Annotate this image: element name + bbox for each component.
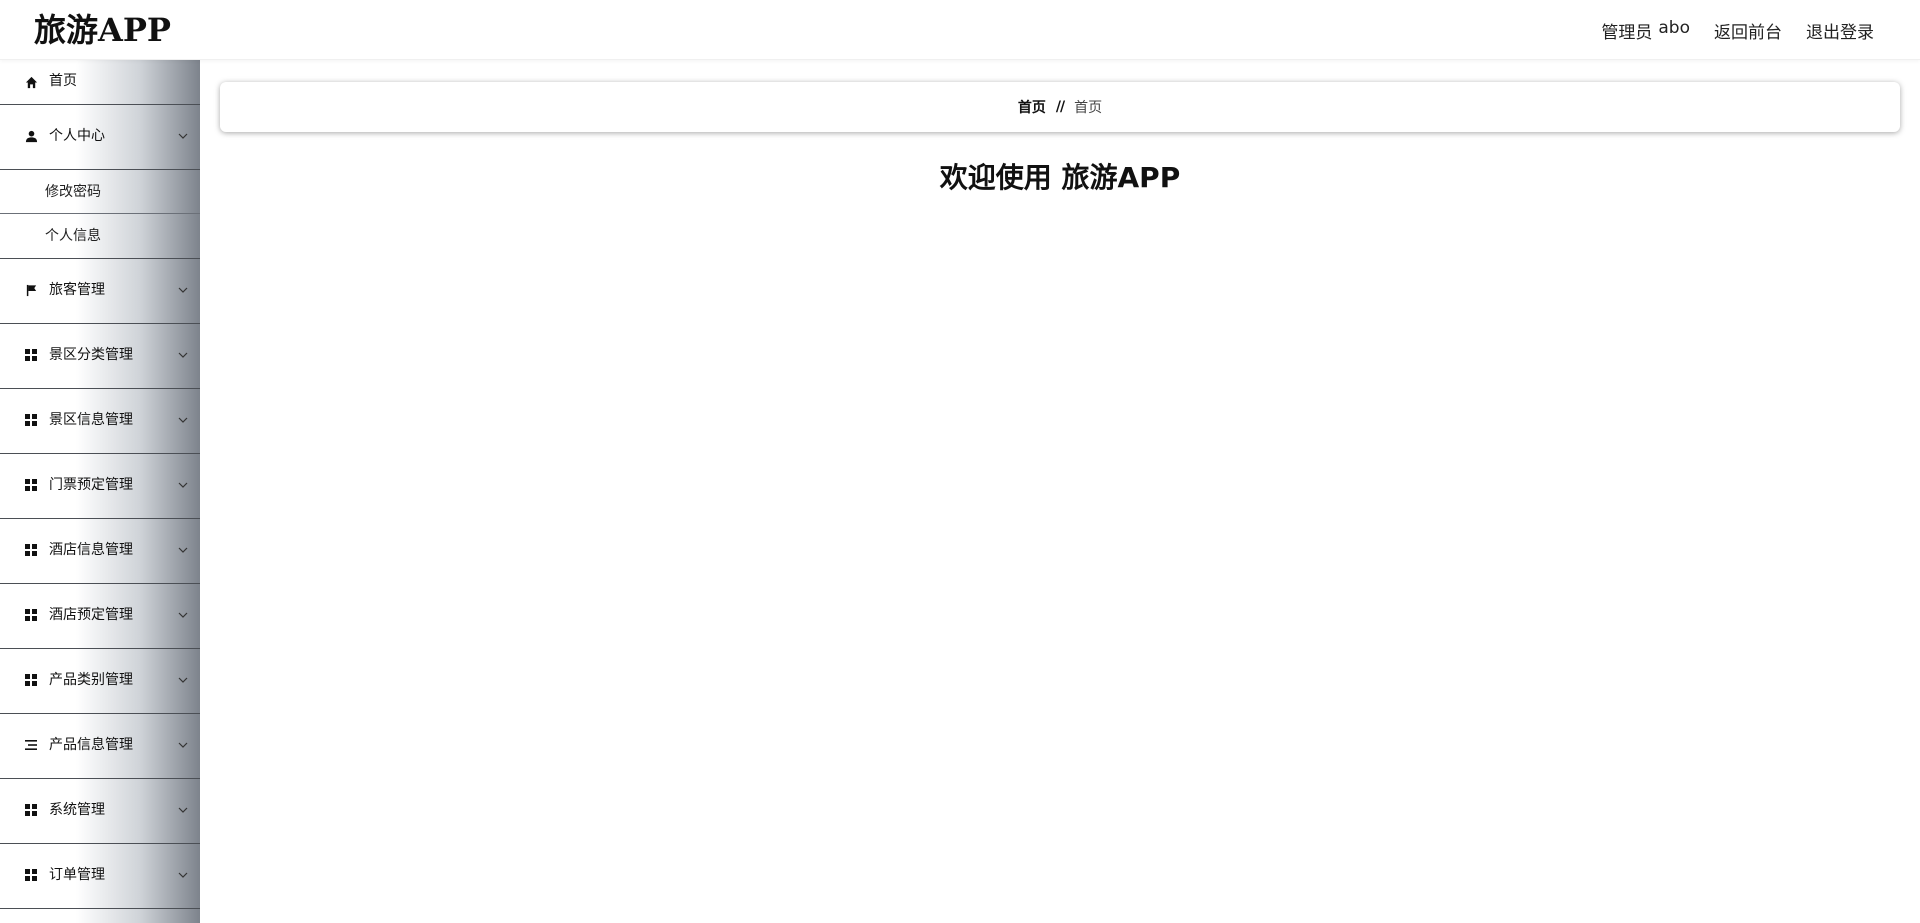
sidebar-item-hotel-info[interactable]: 酒店信息管理 — [0, 519, 200, 584]
sidebar-item-label: 景区信息管理 — [49, 412, 133, 428]
admin-name: abo — [1658, 17, 1690, 38]
personal-submenu: 修改密码 个人信息 — [0, 170, 200, 259]
admin-role: 管理员 — [1601, 22, 1653, 43]
grid-icon — [24, 673, 38, 687]
chevron-down-icon — [178, 547, 188, 553]
chevron-down-icon — [178, 482, 188, 488]
grid-icon — [24, 868, 38, 882]
sidebar: 首页 个人中心 修改密码 个人信息 旅客管理 景区分类管理 景区信息管理 门票预… — [0, 60, 200, 923]
sidebar-item-label: 产品类别管理 — [49, 672, 133, 688]
user-icon — [24, 129, 38, 143]
sidebar-item-ticket-booking[interactable]: 门票预定管理 — [0, 454, 200, 519]
chevron-down-icon — [178, 417, 188, 423]
sidebar-item-label: 系统管理 — [49, 802, 105, 818]
sidebar-item-home[interactable]: 首页 — [0, 60, 200, 105]
sidebar-item-label: 首页 — [49, 73, 77, 89]
sidebar-item-system[interactable]: 系统管理 — [0, 779, 200, 844]
sidebar-item-product-info[interactable]: 产品信息管理 — [0, 714, 200, 779]
logout-link[interactable]: 退出登录 — [1806, 18, 1874, 43]
list-icon — [24, 738, 38, 752]
sidebar-item-personal[interactable]: 个人中心 — [0, 105, 200, 170]
sidebar-item-label: 门票预定管理 — [49, 477, 133, 493]
submenu-change-password[interactable]: 修改密码 — [0, 170, 200, 214]
app-logo-title: 旅游APP — [34, 11, 171, 49]
chevron-down-icon — [178, 133, 188, 139]
chevron-down-icon — [178, 352, 188, 358]
grid-icon — [24, 543, 38, 557]
sidebar-item-travelers[interactable]: 旅客管理 — [0, 259, 200, 324]
grid-icon — [24, 608, 38, 622]
welcome-title: 欢迎使用 旅游APP — [939, 161, 1181, 194]
sidebar-item-label: 订单管理 — [49, 867, 105, 883]
grid-icon — [24, 803, 38, 817]
chevron-down-icon — [178, 612, 188, 618]
top-links: 管理员 abo 返回前台 退出登录 — [1601, 0, 1874, 60]
main-content: 首页 // 首页 欢迎使用 旅游APP — [200, 60, 1920, 923]
grid-icon — [24, 348, 38, 362]
back-to-front-link[interactable]: 返回前台 — [1714, 18, 1782, 43]
sidebar-item-label: 酒店预定管理 — [49, 607, 133, 623]
sidebar-item-scenic-info[interactable]: 景区信息管理 — [0, 389, 200, 454]
submenu-personal-info[interactable]: 个人信息 — [0, 214, 200, 258]
chevron-down-icon — [178, 807, 188, 813]
flag-icon — [24, 283, 38, 297]
sidebar-item-label: 旅客管理 — [49, 282, 105, 298]
home-icon — [24, 75, 38, 89]
sidebar-item-label: 产品信息管理 — [49, 737, 133, 753]
breadcrumb-separator: // — [1055, 99, 1065, 115]
breadcrumb: 首页 // 首页 — [220, 82, 1900, 132]
grid-icon — [24, 413, 38, 427]
sidebar-item-label: 酒店信息管理 — [49, 542, 133, 558]
chevron-down-icon — [178, 287, 188, 293]
sidebar-item-orders[interactable]: 订单管理 — [0, 844, 200, 909]
admin-info: 管理员 abo — [1601, 18, 1690, 43]
chevron-down-icon — [178, 872, 188, 878]
top-bar: 旅游APP 管理员 abo 返回前台 退出登录 — [0, 0, 1920, 60]
breadcrumb-current: 首页 — [1074, 100, 1103, 116]
sidebar-item-scenic-category[interactable]: 景区分类管理 — [0, 324, 200, 389]
breadcrumb-home-link[interactable]: 首页 — [1018, 97, 1046, 117]
sidebar-item-hotel-booking[interactable]: 酒店预定管理 — [0, 584, 200, 649]
grid-icon — [24, 478, 38, 492]
chevron-down-icon — [178, 677, 188, 683]
sidebar-item-label: 景区分类管理 — [49, 347, 133, 363]
chevron-down-icon — [178, 742, 188, 748]
sidebar-item-label: 个人中心 — [49, 128, 105, 144]
sidebar-item-product-category[interactable]: 产品类别管理 — [0, 649, 200, 714]
